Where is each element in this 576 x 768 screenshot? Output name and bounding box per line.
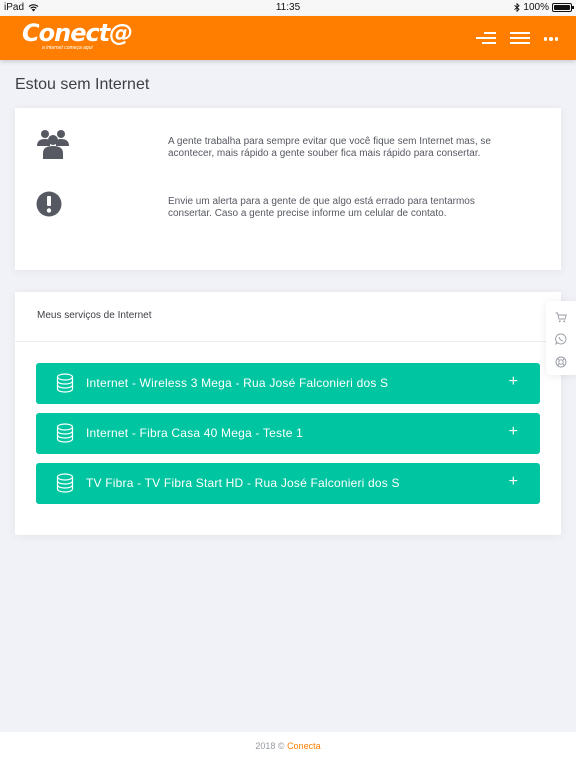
bluetooth-icon: [514, 3, 521, 12]
more-dots-icon[interactable]: [543, 35, 558, 41]
footer-copyright: 2018 ©: [255, 741, 285, 751]
menu-left-icon[interactable]: [475, 31, 496, 45]
info-text-team: A gente trabalha para sempre evitar que …: [168, 136, 491, 159]
services-title: Meus serviços de Internet: [15, 292, 561, 342]
battery-percent: 100%: [523, 2, 549, 13]
menu-icon[interactable]: [509, 31, 530, 45]
users-icon: [36, 128, 70, 165]
support-icon[interactable]: [546, 355, 576, 373]
logo[interactable]: Conect@ a internet começa aqui: [22, 19, 133, 51]
database-icon: [56, 473, 74, 498]
whatsapp-icon[interactable]: [546, 332, 576, 350]
header-actions: [475, 31, 558, 45]
quick-action-bar: [546, 301, 576, 375]
footer-brand-link[interactable]: Conecta: [287, 741, 321, 751]
services-card: Meus serviços de Internet Internet - Wir…: [15, 292, 561, 535]
app-header: Conect@ a internet começa aqui: [0, 16, 576, 60]
service-item[interactable]: Internet - Wireless 3 Mega - Rua José Fa…: [36, 363, 540, 404]
expand-plus-icon[interactable]: +: [509, 373, 518, 391]
status-right: 100%: [514, 2, 574, 13]
service-label: Internet - Wireless 3 Mega - Rua José Fa…: [86, 376, 389, 390]
cart-icon[interactable]: [546, 310, 576, 328]
info-card: A gente trabalha para sempre evitar que …: [15, 108, 561, 270]
database-icon: [56, 373, 74, 398]
exclamation-circle-icon: [36, 191, 62, 222]
page-title: Estou sem Internet: [15, 76, 150, 93]
footer: 2018 © Conecta: [0, 732, 576, 768]
info-text-alert: Envie um alerta para a gente de que algo…: [168, 196, 475, 219]
service-label: TV Fibra - TV Fibra Start HD - Rua José …: [86, 476, 400, 490]
status-time: 11:35: [275, 2, 301, 13]
logo-text: Conect@: [22, 19, 133, 47]
expand-plus-icon[interactable]: +: [509, 473, 518, 491]
expand-plus-icon[interactable]: +: [509, 423, 518, 441]
service-item[interactable]: Internet - Fibra Casa 40 Mega - Teste 1 …: [36, 413, 540, 454]
status-bar: iPad 11:35 100%: [0, 0, 576, 16]
battery-icon: [552, 3, 574, 12]
service-label: Internet - Fibra Casa 40 Mega - Teste 1: [86, 426, 304, 440]
service-item[interactable]: TV Fibra - TV Fibra Start HD - Rua José …: [36, 463, 540, 504]
database-icon: [56, 423, 74, 448]
